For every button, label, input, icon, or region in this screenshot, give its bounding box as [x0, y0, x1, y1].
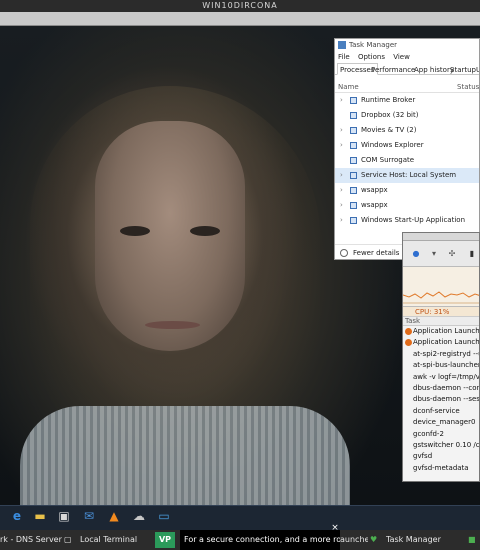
gear-icon — [350, 172, 357, 179]
taskbar-item-local-terminal[interactable]: Local Terminal — [80, 530, 150, 550]
process-row[interactable]: gstswitcher 0.10 /co — [403, 440, 479, 451]
process-icon — [350, 217, 357, 224]
process-row[interactable]: › wsappx — [335, 198, 479, 213]
folder-icon — [350, 142, 357, 149]
chevron-right-icon[interactable]: › — [340, 93, 343, 108]
process-list: › Runtime Broker Dropbox (32 bit) › Movies… — [335, 93, 479, 228]
app-icon[interactable]: ■ — [468, 530, 480, 550]
tab-users[interactable]: Us — [473, 63, 479, 75]
process-row[interactable]: › Movies & TV (2) — [335, 123, 479, 138]
network-icon[interactable]: ☁ — [130, 507, 148, 525]
task-manager-icon — [338, 41, 346, 49]
process-row[interactable]: awk -v logf=/tmp/v — [403, 372, 479, 383]
terminal-icon: ▢ — [64, 535, 72, 544]
chevron-right-icon[interactable]: › — [340, 138, 343, 153]
edge-icon[interactable]: e — [8, 507, 26, 525]
task-manager-titlebar[interactable]: Task Manager — [335, 39, 479, 52]
chevron-right-icon[interactable]: › — [340, 213, 343, 228]
process-icon — [350, 97, 357, 104]
chevron-right-icon[interactable]: › — [340, 123, 343, 138]
vp-badge[interactable]: VP — [155, 532, 175, 548]
gear-icon — [350, 187, 357, 194]
document-icon[interactable]: ▮ — [467, 249, 477, 259]
process-row[interactable]: gconfd-2 — [403, 429, 479, 440]
app-launcher-icon — [405, 328, 412, 335]
viewer-toolbar — [0, 12, 480, 26]
video-figure-mouth — [145, 321, 200, 329]
mail-icon[interactable]: ✉ — [80, 507, 98, 525]
process-row[interactable]: dbus-daemon --conf — [403, 383, 479, 394]
menu-view[interactable]: View — [393, 53, 410, 61]
process-row[interactable]: › Windows Explorer — [335, 138, 479, 153]
process-icon — [350, 127, 357, 134]
info-icon[interactable]: ● — [411, 249, 421, 259]
folder-icon[interactable]: ▬ — [31, 507, 49, 525]
taskbar-item-dns-server[interactable]: rk - DNS Server... — [0, 530, 62, 550]
heart-icon: ♥ — [370, 535, 378, 544]
system-monitor-window[interactable]: ● ▾ ✣ ▮ CPU: 31% Task Application Launch… — [402, 232, 480, 482]
desktop: WIN10DIRCONA Task Manager File Options V… — [0, 0, 480, 550]
task-manager-tabs: Processes Performance App history Startu… — [335, 63, 479, 75]
process-icon — [350, 157, 357, 164]
menu-file[interactable]: File — [338, 53, 350, 61]
cpu-graph-plot — [403, 291, 479, 304]
task-manager-menu: File Options View — [335, 52, 479, 63]
chevron-right-icon[interactable]: › — [340, 168, 343, 183]
task-column-header[interactable]: Task — [403, 317, 479, 326]
taskbar-item-task-manager[interactable]: Task Manager — [386, 530, 466, 550]
process-list-header: Name Status — [335, 75, 479, 93]
process-row[interactable]: COM Surrogate — [335, 153, 479, 168]
dropbox-icon — [350, 112, 357, 119]
cpu-usage-label: CPU: 31% — [403, 307, 479, 317]
vlc-icon[interactable]: ▲ — [105, 507, 123, 525]
process-row[interactable]: dconf-service — [403, 406, 479, 417]
process-row[interactable]: at-spi-bus-launcher — [403, 360, 479, 371]
screen-icon[interactable]: ▭ — [155, 507, 173, 525]
chevron-up-icon — [340, 249, 348, 257]
video-figure-face — [95, 121, 245, 351]
column-name[interactable]: Name — [338, 83, 359, 91]
process-row[interactable]: Application Launche — [403, 326, 479, 337]
process-row[interactable]: › wsappx — [335, 183, 479, 198]
process-row-selected[interactable]: › Service Host: Local System — [335, 168, 479, 183]
app-launcher-icon — [405, 339, 412, 347]
task-manager-title: Task Manager — [349, 41, 398, 49]
process-row[interactable]: at-spi2-registryd --u — [403, 349, 479, 360]
store-icon[interactable]: ▣ — [55, 507, 73, 525]
gear-icon — [350, 202, 357, 209]
cpu-graph — [403, 267, 479, 307]
menu-options[interactable]: Options — [358, 53, 385, 61]
system-monitor-toolbar: ● ▾ ✣ ▮ — [403, 241, 479, 267]
process-row[interactable]: › Runtime Broker — [335, 93, 479, 108]
process-row[interactable]: gvfsd — [403, 451, 479, 462]
process-row[interactable]: dbus-daemon --sess — [403, 394, 479, 405]
process-list: Application Launche Application Launche … — [403, 326, 479, 474]
process-row[interactable]: gvfsd-metadata — [403, 463, 479, 474]
column-status[interactable]: Status — [457, 83, 479, 91]
notification-toast[interactable]: For a secure connection, and a more robu… — [180, 530, 340, 550]
taskbar-item-launcher[interactable]: auncher — [340, 530, 368, 550]
process-row[interactable]: Dropbox (32 bit) — [335, 108, 479, 123]
chevron-right-icon[interactable]: › — [340, 198, 343, 213]
task-manager-window[interactable]: Task Manager File Options View Processes… — [334, 38, 480, 260]
video-figure-eye — [190, 226, 220, 236]
close-icon[interactable]: × — [330, 523, 340, 533]
process-row[interactable]: › Windows Start-Up Application — [335, 213, 479, 228]
process-row[interactable]: device_manager0 — [403, 417, 479, 428]
chevron-down-icon[interactable]: ▾ — [429, 249, 439, 259]
chevron-right-icon[interactable]: › — [340, 183, 343, 198]
process-row[interactable]: Application Launche — [403, 337, 479, 348]
system-monitor-titlebar[interactable] — [403, 233, 479, 241]
window-title: WIN10DIRCONA — [0, 0, 480, 12]
settings-icon[interactable]: ✣ — [447, 249, 457, 259]
video-figure-shirt — [20, 406, 350, 516]
video-figure-eye — [120, 226, 150, 236]
